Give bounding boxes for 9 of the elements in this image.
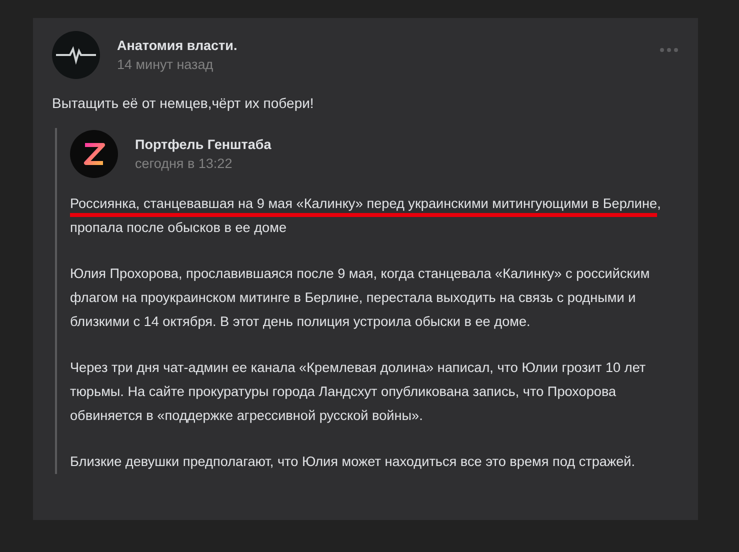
post-paragraph: Юлия Прохорова, прославившаяся после 9 мая, когда станцевала «Калинку» с российским флагом на проукраинском митинге в Берлине, перестала выходить на связь с родными и близкими с 14 октября. В этот день полиция устроила обыски в ее доме. [70, 265, 651, 331]
avatar-icon[interactable] [70, 130, 118, 178]
post-paragraph: Россиянка, станцевавшая на 9 мая «Калинку» перед украинскими митингующими в Берлине, пропала после обысков в ее доме [70, 195, 662, 237]
author-name[interactable]: Анатомия власти. [117, 38, 643, 53]
avatar-icon[interactable] [52, 31, 100, 79]
post-paragraph: Через три дня чат-админ ее канала «Кремлевая долина» написал, что Юлии грозит 10 лет тюрьмы. На сайте прокуратуры города Ландсхут опубликована запись, что Прохорова обвиняется в «поддержке агрессивной русской войны». [70, 359, 647, 425]
post-text: Вытащить её от немцев,чёрт их побери! [52, 94, 315, 113]
author-name[interactable]: Портфель Генштаба [135, 137, 686, 152]
post-paragraph: Близкие девушки предполагают, что Юлия может находиться все это время под стражей. [70, 453, 636, 471]
